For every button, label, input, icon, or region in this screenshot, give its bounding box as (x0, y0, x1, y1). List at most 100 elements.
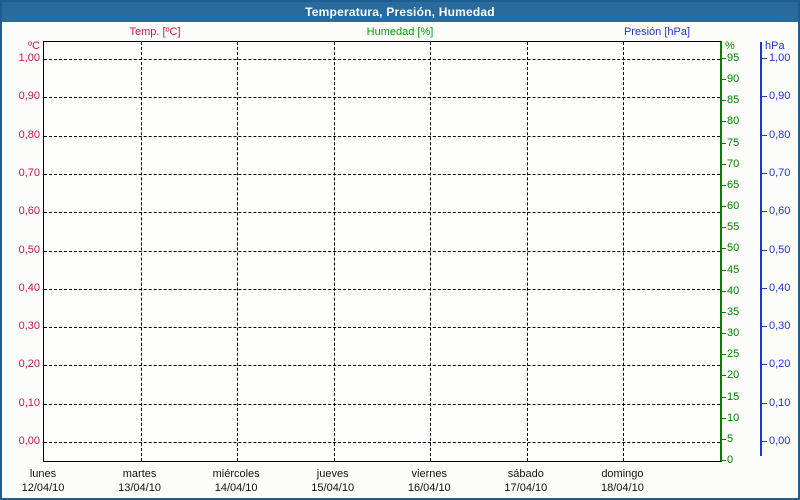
x-tick-day-name: domingo (601, 468, 644, 480)
x-tick-day-date: 17/04/10 (504, 482, 548, 494)
y-gridline (44, 365, 720, 367)
humidity-tick-mark (721, 333, 726, 335)
humidity-tick-mark (721, 290, 726, 292)
pressure-tick-mark (762, 134, 767, 136)
pressure-tick-mark (762, 441, 767, 442)
humidity-tick-label: 60 (727, 200, 740, 213)
humidity-tick-label: 70 (727, 157, 740, 170)
humidity-tick-label: 5 (727, 432, 734, 445)
temp-tick-label: 0,00 (18, 435, 40, 447)
y-gridline (44, 135, 720, 137)
humidity-tick-label: 0 (727, 454, 734, 466)
humidity-tick-label: 95 (727, 52, 740, 64)
x-gridline (141, 42, 142, 461)
humidity-tick-label: 35 (727, 305, 740, 318)
x-tick-day-date: 16/04/10 (407, 482, 451, 494)
humidity-tick-label: 45 (727, 263, 740, 276)
x-tick-day-name: miércoles (212, 468, 260, 480)
temp-tick-label: 0,30 (18, 320, 40, 333)
pressure-tick-label: 0,20 (769, 358, 791, 371)
x-tick-day-name: sábado (507, 468, 544, 480)
humidity-tick-label: 50 (727, 242, 740, 255)
temp-tick-label: 0,80 (18, 128, 40, 141)
humidity-tick-mark (721, 460, 726, 461)
humidity-tick-mark (721, 354, 726, 356)
temp-tick-label: 1,00 (18, 52, 40, 64)
pressure-tick-mark (762, 287, 767, 289)
humidity-tick-mark (721, 311, 726, 313)
pressure-tick-label: 0,00 (769, 435, 791, 447)
humidity-tick-mark (721, 227, 726, 229)
temp-tick-label: 0,10 (18, 396, 40, 409)
humidity-tick-mark (721, 269, 726, 271)
pressure-tick-mark (762, 326, 767, 328)
x-gridline (334, 42, 335, 461)
humidity-tick-mark (721, 184, 726, 186)
humidity-tick-mark (721, 142, 726, 144)
y-gridline (44, 212, 720, 214)
temp-tick-label: 0,90 (18, 90, 40, 103)
y-gridline (44, 288, 720, 290)
temp-tick-label: 0,50 (18, 243, 40, 256)
x-tick-day-name: jueves (316, 468, 349, 480)
pressure-tick-label: 0,70 (769, 166, 791, 179)
humidity-tick-mark (721, 163, 726, 165)
y-gridline (44, 403, 720, 405)
humidity-tick-label: 20 (727, 369, 740, 382)
chart-window: Temperatura, Presión, Humedad Temp. [ºC]… (0, 0, 800, 500)
pressure-tick-label: 0,90 (769, 90, 791, 103)
humidity-tick-mark (721, 79, 726, 81)
humidity-tick-mark (721, 58, 726, 59)
y-gridline (44, 173, 720, 175)
humidity-tick-label: 85 (727, 94, 740, 107)
x-gridline (527, 42, 528, 461)
humidity-tick-mark (721, 375, 726, 377)
pressure-tick-label: 0,50 (769, 243, 791, 256)
x-tick-day-date: 15/04/10 (311, 482, 355, 494)
x-tick-day-date: 12/04/10 (21, 482, 65, 494)
pressure-tick-mark (762, 364, 767, 366)
humidity-tick-label: 80 (727, 115, 740, 128)
x-tick-day-name: lunes (29, 468, 57, 480)
x-gridline (430, 42, 431, 461)
humidity-tick-label: 40 (727, 284, 740, 297)
x-gridline (237, 42, 238, 461)
x-gridline (623, 42, 624, 461)
pressure-tick-mark (762, 402, 767, 404)
pressure-tick-mark (762, 58, 767, 59)
humidity-tick-label: 30 (727, 327, 740, 340)
x-tick-day-date: 14/04/10 (214, 482, 258, 494)
legend-pressure: Presión [hPa] (623, 26, 691, 38)
humidity-tick-label: 25 (727, 348, 740, 361)
y-gridline (44, 97, 720, 99)
y-gridline (44, 327, 720, 329)
x-tick-day-date: 18/04/10 (601, 482, 644, 494)
humidity-tick-label: 15 (727, 390, 740, 403)
pressure-tick-label: 0,40 (769, 281, 791, 294)
humidity-tick-mark (721, 248, 726, 250)
legend-humidity: Humedad [%] (366, 26, 434, 38)
pressure-tick-label: 0,30 (769, 320, 791, 333)
pressure-tick-label: 1,00 (769, 52, 791, 64)
x-tick-day-name: martes (122, 468, 157, 480)
temp-tick-label: 0,40 (18, 281, 40, 294)
legend-temperature: Temp. [ºC] (129, 26, 181, 38)
x-tick-day-date: 13/04/10 (118, 482, 161, 494)
pressure-tick-mark (762, 211, 767, 213)
temp-tick-label: 0,20 (18, 358, 40, 371)
title-bar: Temperatura, Presión, Humedad (2, 2, 798, 22)
humidity-tick-label: 65 (727, 178, 740, 191)
temp-tick-label: 0,60 (18, 205, 40, 218)
pressure-tick-label: 0,80 (769, 128, 791, 141)
humidity-tick-label: 75 (727, 136, 740, 149)
humidity-tick-mark (721, 438, 726, 440)
window-title: Temperatura, Presión, Humedad (305, 5, 495, 19)
y-gridline (44, 59, 720, 60)
x-tick-day-name: viernes (411, 468, 448, 480)
pressure-tick-label: 0,60 (769, 205, 791, 218)
humidity-tick-label: 55 (727, 221, 740, 234)
humidity-tick-mark (721, 206, 726, 208)
humidity-tick-mark (721, 100, 726, 102)
pressure-tick-label: 0,10 (769, 396, 791, 409)
pressure-tick-mark (762, 172, 767, 174)
